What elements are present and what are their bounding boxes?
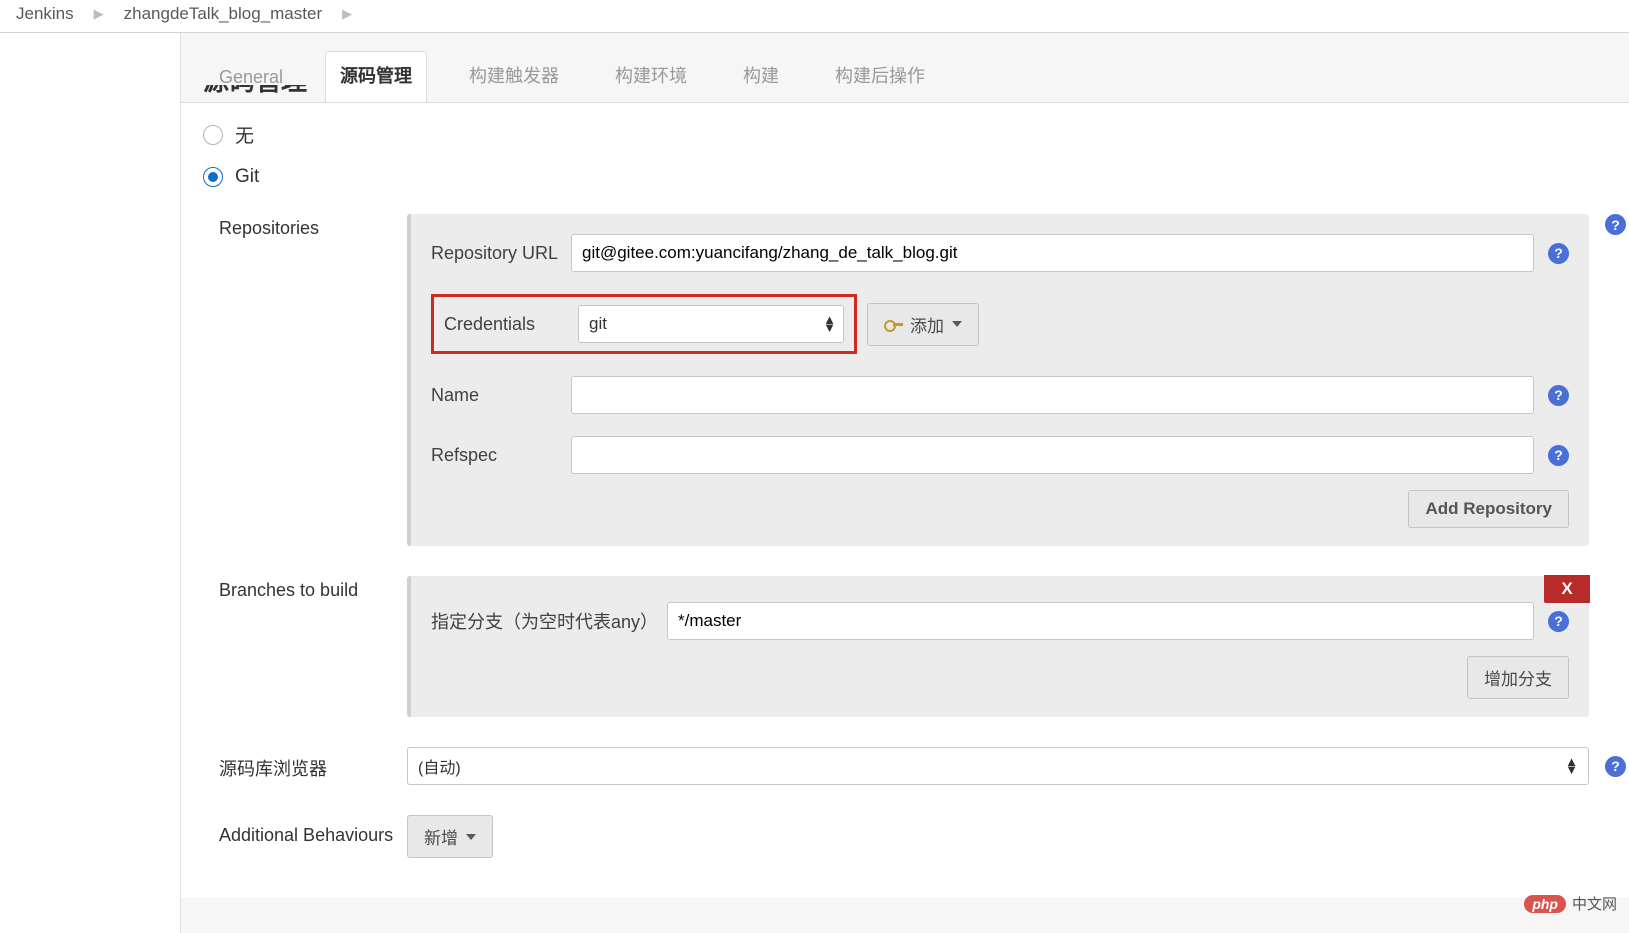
repo-name-label: Name [431, 385, 571, 406]
help-icon[interactable]: ? [1548, 243, 1569, 264]
chevron-down-icon [952, 321, 962, 327]
repo-name-row: Name ? [431, 376, 1569, 414]
config-content: General 源码管理 构建触发器 构建环境 构建 构建后操作 源码管理 无 … [180, 33, 1629, 933]
refspec-input[interactable] [571, 436, 1534, 474]
select-arrows-icon: ▲▼ [1565, 758, 1578, 774]
help-icon[interactable]: ? [1605, 214, 1626, 235]
add-repository-button[interactable]: Add Repository [1408, 490, 1569, 528]
select-arrows-icon: ▲▼ [823, 316, 836, 332]
branch-spec-label: 指定分支（为空时代表any） [431, 608, 667, 634]
scm-option-none[interactable]: 无 [203, 121, 1607, 148]
repo-name-input[interactable] [571, 376, 1534, 414]
watermark-text: 中文网 [1572, 893, 1617, 914]
section-heading-scm: 源码管理 [181, 85, 1629, 99]
branches-label: Branches to build [219, 576, 407, 601]
scm-radio-group: 无 Git [181, 99, 1629, 214]
repo-browser-select[interactable]: (自动) ▲▼ [407, 747, 1589, 785]
credentials-select[interactable]: git ▲▼ [578, 305, 844, 343]
breadcrumb-root[interactable]: Jenkins [16, 4, 74, 24]
radio-selected-icon [203, 167, 223, 187]
form-body: 源码管理 无 Git Repositories Repository URL [181, 102, 1629, 898]
breadcrumb-separator-icon: ▶ [342, 6, 352, 22]
repo-url-input[interactable] [571, 234, 1534, 272]
breadcrumb-project[interactable]: zhangdeTalk_blog_master [124, 4, 322, 24]
repo-url-label: Repository URL [431, 243, 571, 264]
help-icon[interactable]: ? [1548, 445, 1569, 466]
branches-panel: X 指定分支（为空时代表any） ? 增加分支 [407, 576, 1589, 717]
credentials-value: git [589, 314, 607, 334]
credentials-highlight: Credentials git ▲▼ [431, 294, 857, 354]
scm-option-git-label: Git [235, 166, 259, 188]
add-branch-button[interactable]: 增加分支 [1467, 656, 1569, 699]
credentials-row: Credentials git ▲▼ 添加 [431, 294, 1569, 354]
git-config: Repositories Repository URL ? Credential… [219, 214, 1629, 898]
repo-url-row: Repository URL ? [431, 234, 1569, 272]
key-icon [884, 319, 902, 329]
additional-behaviours-section: Additional Behaviours 新增 [219, 815, 1629, 858]
add-behaviour-button[interactable]: 新增 [407, 815, 493, 858]
repo-browser-value: (自动) [418, 754, 461, 778]
breadcrumb-separator-icon: ▶ [94, 6, 104, 22]
additional-behaviours-label: Additional Behaviours [219, 815, 407, 846]
remove-branch-button[interactable]: X [1544, 575, 1590, 603]
branch-spec-row: 指定分支（为空时代表any） ? [431, 602, 1569, 640]
branch-spec-input[interactable] [667, 602, 1534, 640]
repositories-label: Repositories [219, 214, 407, 239]
repositories-panel: Repository URL ? Credentials git ▲▼ [407, 214, 1589, 546]
breadcrumb-bar: Jenkins ▶ zhangdeTalk_blog_master ▶ [0, 0, 1629, 33]
watermark-pill: php [1524, 895, 1566, 913]
repo-browser-section: 源码库浏览器 (自动) ▲▼ ? [219, 747, 1629, 785]
add-credentials-label: 添加 [910, 312, 944, 337]
help-icon[interactable]: ? [1605, 756, 1626, 777]
help-icon[interactable]: ? [1548, 385, 1569, 406]
branches-section: Branches to build X 指定分支（为空时代表any） ? 增加分… [219, 576, 1629, 717]
radio-icon [203, 125, 223, 145]
add-behaviour-label: 新增 [424, 824, 458, 849]
scm-option-none-label: 无 [235, 121, 254, 148]
watermark: php 中文网 [1524, 893, 1617, 914]
refspec-label: Refspec [431, 445, 571, 466]
refspec-row: Refspec ? [431, 436, 1569, 474]
scm-option-git[interactable]: Git [203, 166, 1607, 188]
help-icon[interactable]: ? [1548, 611, 1569, 632]
repo-browser-label: 源码库浏览器 [219, 747, 407, 781]
add-credentials-button[interactable]: 添加 [867, 303, 979, 346]
repositories-section: Repositories Repository URL ? Credential… [219, 214, 1629, 546]
credentials-label: Credentials [444, 314, 578, 335]
chevron-down-icon [466, 834, 476, 840]
